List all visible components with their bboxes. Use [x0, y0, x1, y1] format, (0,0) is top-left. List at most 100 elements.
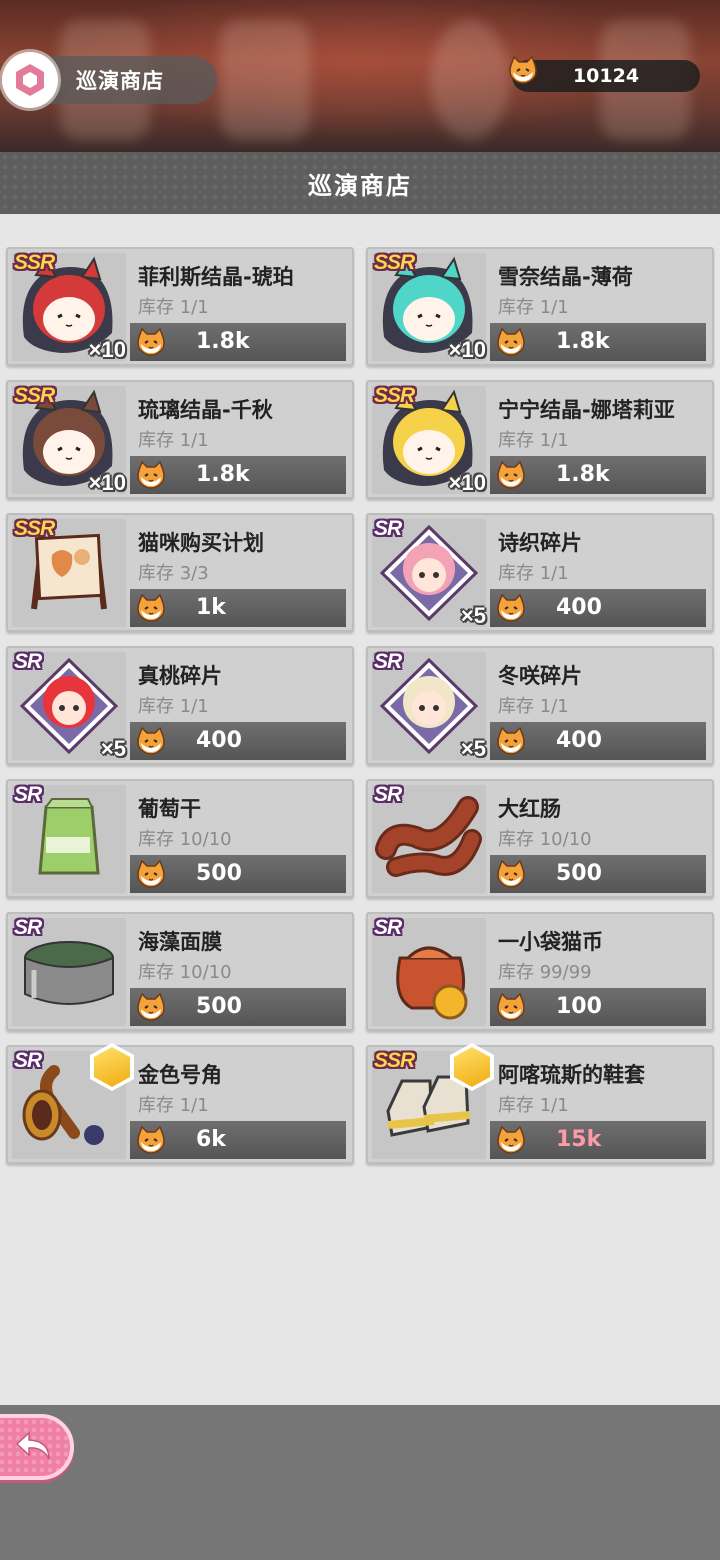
buy-price-button[interactable]: 500: [490, 855, 706, 893]
stock-value: 10/10: [179, 829, 232, 850]
item-name: 宁宁结晶-娜塔莉亚: [498, 398, 675, 422]
stock-prefix: 库存: [498, 962, 534, 983]
item-stock: 库存 3/3: [138, 559, 209, 585]
item-price: 1.8k: [556, 329, 610, 354]
stock-value: 1/1: [539, 563, 569, 584]
buy-price-button[interactable]: 1.8k: [490, 323, 706, 361]
item-stock: 库存 1/1: [138, 692, 209, 718]
item-stock: 库存 99/99: [498, 958, 592, 984]
buy-price-button[interactable]: 500: [130, 988, 346, 1026]
face-mask-jar-icon: SR: [12, 916, 126, 1026]
item-stock: 库存 1/1: [138, 426, 209, 452]
buy-price-button[interactable]: 6k: [130, 1121, 346, 1159]
item-stock: 库存 10/10: [498, 825, 592, 851]
background-decoration: [220, 20, 310, 140]
buy-price-button[interactable]: 400: [490, 722, 706, 760]
stock-value: 10/10: [179, 962, 232, 983]
rarity-badge: SR: [374, 650, 402, 673]
rarity-badge: SR: [14, 916, 42, 939]
item-name: 琉璃结晶-千秋: [138, 398, 273, 422]
item-stock: 库存 1/1: [498, 692, 569, 718]
rarity-badge: SSR: [374, 251, 415, 274]
title-bar: 巡演商店: [0, 152, 720, 214]
item-name: 真桃碎片: [138, 664, 222, 688]
fuyusaki-shard-icon: SR ×5: [372, 650, 486, 761]
rarity-badge: SR: [14, 783, 42, 806]
stock-value: 1/1: [179, 1095, 209, 1116]
bottom-bar: [0, 1405, 720, 1560]
shop-item-card[interactable]: SSR ×10 雪奈结晶-薄荷 库存 1/1 1.8k: [366, 247, 714, 366]
item-stock: 库存 1/1: [138, 293, 209, 319]
shop-item-card[interactable]: SR 葡萄干库存 10/10 500: [6, 779, 354, 898]
cat-coin-icon: [137, 993, 165, 1021]
buy-price-button[interactable]: 100: [490, 988, 706, 1026]
shop-logo-icon: [2, 52, 58, 108]
rarity-badge: SR: [14, 650, 42, 673]
cat-coin-icon: [137, 727, 165, 755]
shop-item-card[interactable]: SR ×5 真桃碎片库存 1/1 400: [6, 646, 354, 765]
stock-value: 1/1: [179, 297, 209, 318]
item-name: 大红肠: [498, 797, 561, 821]
shop-item-card[interactable]: SR 一小袋猫币库存 99/99 100: [366, 912, 714, 1031]
shop-item-card[interactable]: SSR ×10 菲利斯结晶-琥珀 库存 1/1 1.8k: [6, 247, 354, 366]
item-price: 1k: [196, 595, 226, 620]
stock-value: 1/1: [539, 696, 569, 717]
buy-price-button[interactable]: 500: [130, 855, 346, 893]
coin-bag-icon: SR: [372, 916, 486, 1026]
rarity-badge: SSR: [374, 1049, 415, 1072]
buy-price-button[interactable]: 15k: [490, 1121, 706, 1159]
sausage-icon: SR: [372, 783, 486, 893]
buy-price-button[interactable]: 400: [130, 722, 346, 760]
rarity-badge: SR: [374, 783, 402, 806]
shop-item-card[interactable]: SR ×5 诗织碎片 库存 1/1 400: [366, 513, 714, 632]
stock-prefix: 库存: [138, 563, 174, 584]
buy-price-button[interactable]: 400: [490, 589, 706, 627]
stock-value: 1/1: [539, 430, 569, 451]
achilles-shoe-covers-icon: SSR: [372, 1043, 494, 1159]
item-price: 15k: [556, 1127, 602, 1152]
buy-price-button[interactable]: 1.8k: [490, 456, 706, 494]
item-name: 猫咪购买计划: [138, 531, 264, 555]
item-price: 400: [556, 595, 602, 620]
item-stock: 库存 1/1: [498, 426, 569, 452]
cat-coin-icon: [497, 1126, 525, 1154]
item-stock: 库存 1/1: [498, 293, 569, 319]
buy-price-button[interactable]: 1k: [130, 589, 346, 627]
cat-girl-crystal-chiaki-icon: SSR ×10: [12, 384, 126, 495]
shop-item-card[interactable]: SR 金色号角 库存 1/1 6k: [6, 1043, 354, 1164]
item-quantity: ×10: [448, 337, 486, 362]
golden-horn-icon: SR: [12, 1043, 134, 1159]
shop-item-grid: SSR ×10 菲利斯结晶-琥珀 库存 1/1 1.8k SSR ×10 雪奈结晶-薄荷库…: [6, 247, 714, 1164]
item-quantity: ×10: [88, 337, 126, 362]
shop-item-card[interactable]: SR 海藻面膜 库存 10/10 500: [6, 912, 354, 1031]
stock-prefix: 库存: [498, 696, 534, 717]
item-quantity: ×10: [88, 470, 126, 495]
shop-item-card[interactable]: SSR 猫咪购买计划 库存 3/3 1k: [6, 513, 354, 632]
shop-item-card[interactable]: SR 大红肠库存 10/10 500: [366, 779, 714, 898]
stock-value: 1/1: [179, 696, 209, 717]
cat-girl-crystal-natalia-icon: SSR ×10: [372, 384, 486, 495]
rarity-badge: SSR: [374, 384, 415, 407]
item-quantity: ×5: [100, 736, 126, 761]
item-name: 一小袋猫币: [498, 930, 603, 954]
shop-item-card[interactable]: SSR ×10 宁宁结晶-娜塔莉亚 库存 1/1 1.8k: [366, 380, 714, 499]
shop-item-card[interactable]: SSR ×10 琉璃结晶-千秋 库存 1/1 1.8k: [6, 380, 354, 499]
shop-item-card[interactable]: SR ×5 冬咲碎片 库存 1/1 400: [366, 646, 714, 765]
stock-prefix: 库存: [138, 829, 174, 850]
currency-amount: 10124: [572, 65, 640, 87]
item-price: 500: [196, 994, 242, 1019]
shop-item-card[interactable]: SSR 阿喀琉斯的鞋套 库存 1/1 15k: [366, 1043, 714, 1164]
back-button[interactable]: [0, 1414, 74, 1480]
stock-value: 3/3: [179, 563, 209, 584]
signboard-icon: SSR: [12, 517, 126, 627]
return-arrow-icon: [15, 1431, 50, 1460]
item-name: 菲利斯结晶-琥珀: [138, 265, 294, 289]
rarity-badge: SR: [374, 916, 402, 939]
item-name: 葡萄干: [138, 797, 201, 821]
buy-price-button[interactable]: 1.8k: [130, 456, 346, 494]
cat-coin-icon: [497, 727, 525, 755]
item-price: 400: [196, 728, 242, 753]
item-price: 1.8k: [196, 329, 250, 354]
buy-price-button[interactable]: 1.8k: [130, 323, 346, 361]
rarity-badge: SSR: [14, 384, 55, 407]
